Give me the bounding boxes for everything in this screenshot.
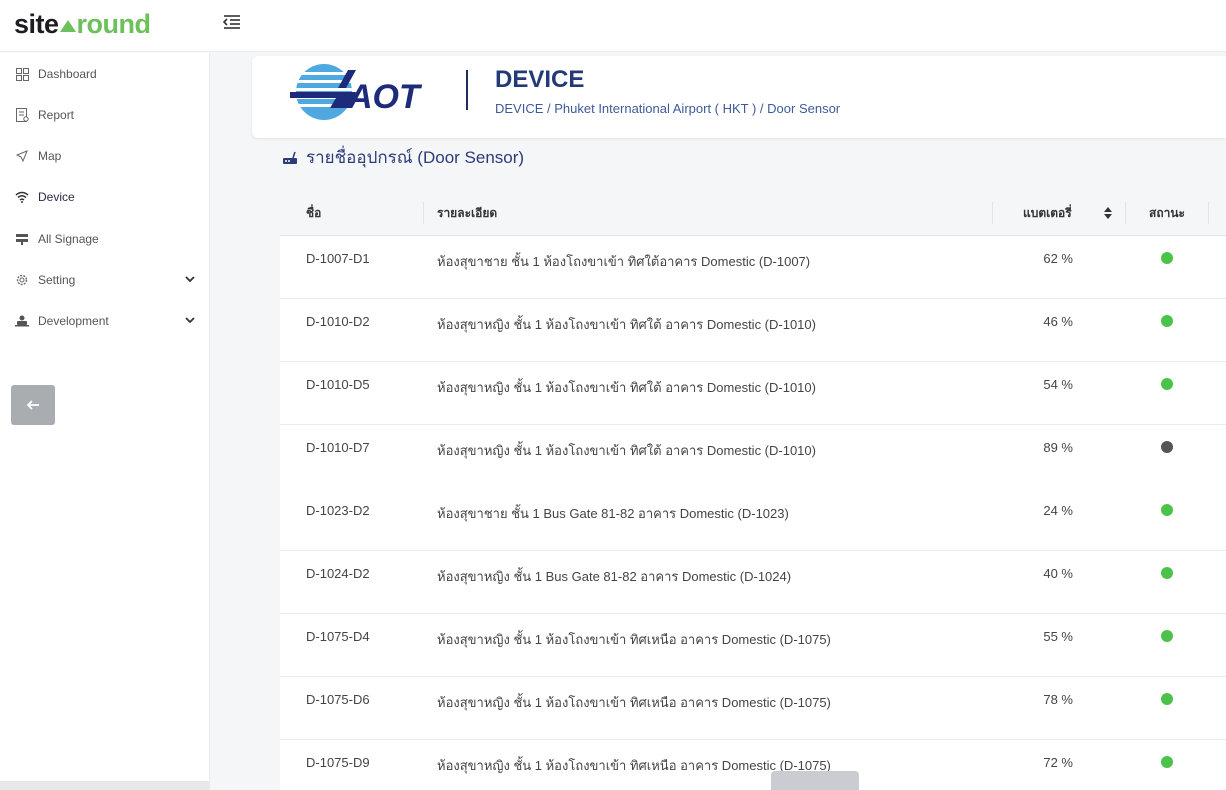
status-dot <box>1161 441 1173 453</box>
table-row[interactable]: D-1010-D2 ห้องสุขาหญิง ชั้น 1 ห้องโถงขาเ… <box>280 299 1226 362</box>
sort-icon[interactable] <box>1103 206 1113 220</box>
column-separator <box>423 202 424 224</box>
device-name: D-1075-D6 <box>306 692 370 707</box>
sidebar-item-dashboard[interactable]: Dashboard <box>0 56 209 92</box>
chevron-down-icon[interactable] <box>185 274 195 284</box>
logo-text-site: site <box>14 9 59 39</box>
site-logo[interactable]: site round <box>14 7 151 41</box>
status-dot <box>1161 315 1173 327</box>
column-header-battery[interactable]: แบตเตอรี่ <box>1023 192 1072 234</box>
device-battery: 89 % <box>1043 440 1073 455</box>
arrow-left-icon <box>26 400 39 410</box>
table-row[interactable]: D-1023-D2 ห้องสุขาชาย ชั้น 1 Bus Gate 81… <box>280 488 1226 551</box>
table-row[interactable]: D-1010-D5 ห้องสุขาหญิง ชั้น 1 ห้องโถงขาเ… <box>280 362 1226 425</box>
sidebar-item-report[interactable]: Report <box>0 97 209 133</box>
sidebar: Dashboard Report Map Device All Signage … <box>0 53 210 790</box>
table-row[interactable]: D-1075-D9 ห้องสุขาหญิง ชั้น 1 ห้องโถงขาเ… <box>280 740 1226 790</box>
pagination-control[interactable] <box>771 771 859 790</box>
back-button[interactable] <box>11 385 55 425</box>
sidebar-item-label: Map <box>38 149 62 163</box>
device-name: D-1075-D9 <box>306 755 370 770</box>
device-name: D-1010-D2 <box>306 314 370 329</box>
status-dot <box>1161 378 1173 390</box>
developer-icon <box>14 313 30 329</box>
breadcrumb: DEVICE / Phuket International Airport ( … <box>495 101 841 116</box>
status-dot <box>1161 693 1173 705</box>
table-row[interactable]: D-1075-D4 ห้องสุขาหญิง ชั้น 1 ห้องโถงขาเ… <box>280 614 1226 677</box>
column-header-detail[interactable]: รายละเอียด <box>437 192 497 234</box>
send-icon <box>14 148 30 164</box>
device-detail: ห้องสุขาหญิง ชั้น 1 ห้องโถงขาเข้า ทิศใต้… <box>437 380 816 395</box>
gear-icon <box>14 272 30 288</box>
device-detail: ห้องสุขาหญิง ชั้น 1 ห้องโถงขาเข้า ทิศใต้… <box>437 443 816 458</box>
device-name: D-1023-D2 <box>306 503 370 518</box>
sidebar-footer <box>0 781 209 790</box>
device-name: D-1010-D7 <box>306 440 370 455</box>
sidebar-item-label: Setting <box>38 273 76 287</box>
status-dot <box>1161 630 1173 642</box>
device-detail: ห้องสุขาหญิง ชั้น 1 ห้องโถงขาเข้า ทิศเหน… <box>437 632 831 647</box>
column-separator <box>1208 202 1209 224</box>
header-divider <box>466 70 468 110</box>
logo-text-round: round <box>76 9 151 39</box>
section-title: รายชื่ออุปกรณ์ (Door Sensor) <box>306 148 525 167</box>
table-row[interactable]: D-1010-D7 ห้องสุขาหญิง ชั้น 1 ห้องโถงขาเ… <box>280 425 1226 488</box>
signage-icon <box>14 231 30 247</box>
device-name: D-1024-D2 <box>306 566 370 581</box>
device-detail: ห้องสุขาหญิง ชั้น 1 ห้องโถงขาเข้า ทิศใต้… <box>437 317 816 332</box>
device-detail: ห้องสุขาชาย ชั้น 1 Bus Gate 81-82 อาคาร … <box>437 506 789 521</box>
page-title: DEVICE <box>495 66 585 93</box>
column-header-status[interactable]: สถานะ <box>1149 192 1185 234</box>
top-bar: site round <box>0 0 1226 52</box>
device-detail: ห้องสุขาหญิง ชั้น 1 Bus Gate 81-82 อาคาร… <box>437 569 792 584</box>
sidebar-item-label: Report <box>38 108 75 122</box>
menu-collapse-icon[interactable] <box>222 12 242 32</box>
section-header: รายชื่ออุปกรณ์ (Door Sensor) <box>282 144 524 171</box>
sidebar-item-setting[interactable]: Setting <box>0 262 209 298</box>
router-icon <box>283 151 297 164</box>
status-dot <box>1161 504 1173 516</box>
column-separator <box>992 202 993 224</box>
device-name: D-1075-D4 <box>306 629 370 644</box>
device-battery: 72 % <box>1043 755 1073 770</box>
device-battery: 54 % <box>1043 377 1073 392</box>
column-separator <box>1125 202 1126 224</box>
status-dot <box>1161 567 1173 579</box>
table-row[interactable]: D-1007-D1 ห้องสุขาชาย ชั้น 1 ห้องโถงขาเข… <box>280 236 1226 299</box>
device-battery: 40 % <box>1043 566 1073 581</box>
sidebar-item-label: All Signage <box>38 232 99 246</box>
device-detail: ห้องสุขาหญิง ชั้น 1 ห้องโถงขาเข้า ทิศเหน… <box>437 695 831 710</box>
device-battery: 24 % <box>1043 503 1073 518</box>
device-battery: 46 % <box>1043 314 1073 329</box>
report-icon <box>14 107 30 123</box>
sidebar-item-all-signage[interactable]: All Signage <box>0 221 209 257</box>
device-detail: ห้องสุขาชาย ชั้น 1 ห้องโถงขาเข้า ทิศใต้อ… <box>437 254 811 269</box>
sidebar-item-development[interactable]: Development <box>0 303 209 339</box>
wifi-icon <box>14 189 30 205</box>
sidebar-item-map[interactable]: Map <box>0 138 209 174</box>
device-battery: 78 % <box>1043 692 1073 707</box>
column-header-name[interactable]: ชื่อ <box>306 192 321 234</box>
device-battery: 55 % <box>1043 629 1073 644</box>
header-card: AOT DEVICE DEVICE / Phuket International… <box>252 56 1226 138</box>
grid-icon <box>14 66 30 82</box>
aot-logo-text: AOT <box>347 78 423 116</box>
table-row[interactable]: D-1075-D6 ห้องสุขาหญิง ชั้น 1 ห้องโถงขาเ… <box>280 677 1226 740</box>
table-row[interactable]: D-1024-D2 ห้องสุขาหญิง ชั้น 1 Bus Gate 8… <box>280 551 1226 614</box>
sidebar-item-label: Device <box>38 190 75 204</box>
status-dot <box>1161 252 1173 264</box>
sidebar-item-label: Dashboard <box>38 67 97 81</box>
status-dot <box>1161 756 1173 768</box>
chevron-down-icon[interactable] <box>185 315 195 325</box>
device-name: D-1010-D5 <box>306 377 370 392</box>
device-name: D-1007-D1 <box>306 251 370 266</box>
device-battery: 62 % <box>1043 251 1073 266</box>
sidebar-item-device[interactable]: Device <box>0 179 209 215</box>
aot-logo: AOT <box>290 64 423 120</box>
logo-triangle-icon <box>59 20 76 32</box>
sidebar-item-label: Development <box>38 314 109 328</box>
